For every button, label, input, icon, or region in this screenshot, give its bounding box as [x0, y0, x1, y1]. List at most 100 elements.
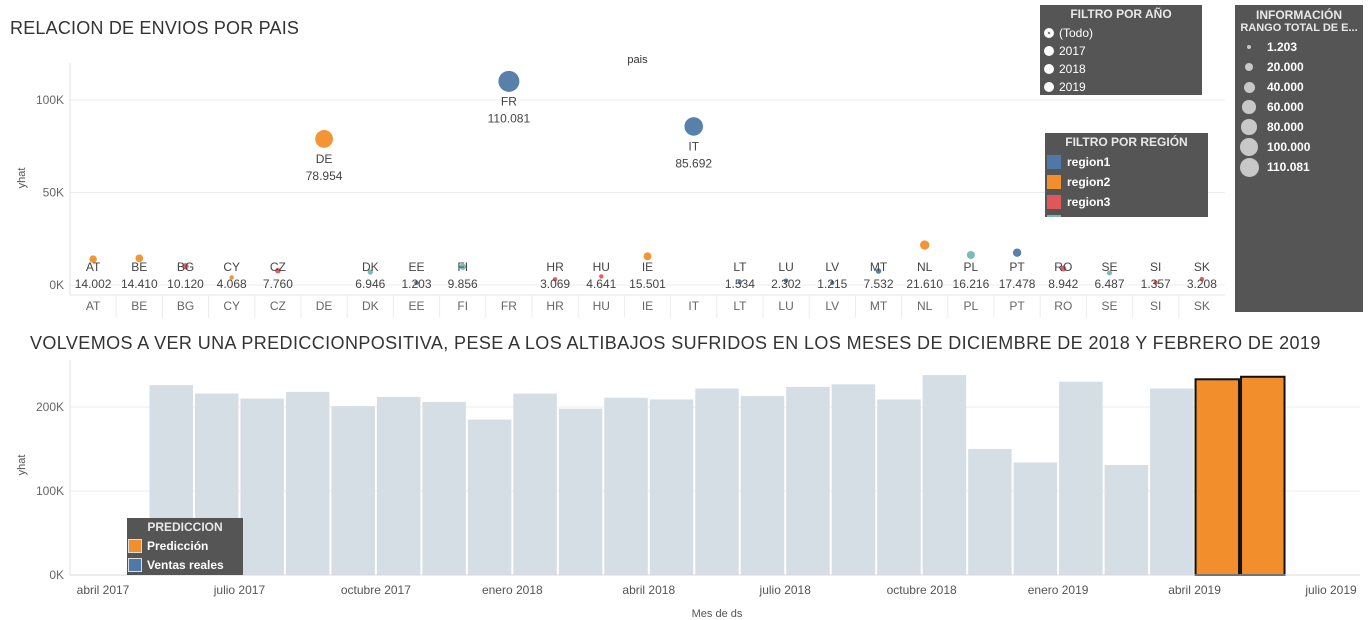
region-filter-item-2[interactable]: region2 — [1045, 172, 1208, 192]
size-legend-item: 80.000 — [1235, 117, 1363, 137]
x-tick-label: abril 2019 — [1168, 583, 1221, 597]
y-tick-label: 0K — [49, 568, 64, 582]
actual-sales-bar — [831, 384, 876, 575]
size-circle-icon — [1243, 81, 1255, 93]
region-filter-panel: FILTRO POR REGIÓN region1 region2 region3 r… — [1045, 133, 1208, 217]
size-legend-label: 40.000 — [1267, 80, 1304, 94]
region-filter-item-3[interactable]: region3 — [1045, 192, 1208, 212]
size-legend-label: 100.000 — [1267, 140, 1311, 154]
actual-sales-bar — [740, 396, 785, 575]
prediction-legend-title: PREDICCION — [147, 520, 223, 534]
x-tick-label: julio 2018 — [759, 583, 812, 597]
info-legend-title: INFORMACIÓN — [1256, 8, 1342, 22]
actual-sales-bar — [513, 393, 557, 575]
x-tick-label: abril 2017 — [77, 583, 130, 597]
region-label: region4 — [1067, 215, 1110, 217]
actual-sales-bar — [240, 398, 284, 575]
x-tick-label: julio 2017 — [213, 583, 266, 597]
size-legend-item: 40.000 — [1235, 77, 1363, 97]
actual-sales-bar — [1013, 462, 1058, 575]
year-option-label: 2019 — [1059, 80, 1086, 94]
size-circle-icon — [1241, 119, 1257, 135]
year-option-1[interactable]: 2017 — [1040, 42, 1202, 60]
radio-icon[interactable] — [1044, 28, 1054, 38]
actual-sales-bar — [877, 399, 921, 575]
year-option-2[interactable]: 2018 — [1040, 60, 1202, 78]
region-swatch — [1047, 195, 1061, 209]
size-legend-label: 80.000 — [1267, 120, 1304, 134]
region-filter-item-1[interactable]: region1 — [1045, 152, 1208, 172]
actual-sales-bar — [649, 399, 694, 575]
region-filter-item-4[interactable]: region4 — [1045, 212, 1208, 217]
size-dot-wrap — [1235, 119, 1263, 135]
year-option-label: 2017 — [1059, 44, 1086, 58]
region-filter-title: FILTRO POR REGIÓN — [1065, 135, 1188, 149]
actual-sales-bar — [695, 388, 739, 575]
prediction-bar — [1194, 378, 1241, 576]
prediction-label: Ventas reales — [147, 557, 224, 572]
prediction-legend-item-2[interactable]: Ventas reales — [127, 555, 243, 574]
radio-icon[interactable] — [1044, 82, 1054, 92]
actual-sales-bar — [1059, 381, 1103, 575]
actual-sales-bar — [467, 419, 512, 575]
year-option-label: 2018 — [1059, 62, 1086, 76]
actual-sales-bar — [1150, 388, 1194, 575]
prediction-bar — [1240, 375, 1286, 577]
year-filter-panel: FILTRO POR AÑO (Todo) 2017 2018 2019 — [1040, 5, 1202, 95]
region-label: region1 — [1067, 155, 1111, 169]
x-axis-label: Mes de ds — [692, 608, 743, 620]
prediction-swatch — [128, 557, 142, 572]
actual-sales-bar — [285, 391, 330, 575]
region-swatch — [1047, 215, 1061, 217]
actual-sales-bar — [604, 397, 648, 575]
radio-icon[interactable] — [1044, 64, 1054, 74]
actual-sales-bar — [1104, 464, 1149, 575]
size-legend-label: 1.203 — [1267, 40, 1298, 54]
year-filter-title: FILTRO POR AÑO — [1070, 7, 1172, 21]
x-tick-label: octubre 2018 — [887, 583, 957, 597]
y-axis-label: yhat — [16, 455, 28, 476]
region-swatch — [1047, 155, 1061, 169]
prediction-swatch — [128, 538, 142, 553]
prediction-legend-item-1[interactable]: Predicción — [127, 536, 243, 555]
size-circle-icon — [1242, 100, 1256, 114]
actual-sales-bar — [968, 449, 1012, 575]
year-option-3[interactable]: 2019 — [1040, 78, 1202, 96]
size-dot-wrap — [1235, 81, 1263, 93]
prediction-label: Predicción — [147, 538, 209, 553]
x-tick-label: julio 2019 — [1304, 583, 1357, 597]
actual-sales-bar — [376, 396, 421, 575]
size-legend-item: 20.000 — [1235, 57, 1363, 77]
size-circle-icon — [1245, 63, 1253, 71]
actual-sales-bar — [558, 408, 603, 575]
size-dot-wrap — [1235, 157, 1263, 177]
actual-sales-bar — [786, 386, 830, 575]
region-label: region2 — [1067, 175, 1111, 189]
y-tick-label: 100K — [36, 484, 64, 498]
size-dot-wrap — [1235, 45, 1263, 49]
actual-sales-bar — [422, 401, 466, 575]
prediction-legend: PREDICCION Predicción Ventas reales — [127, 518, 243, 575]
size-legend-item: 1.203 — [1235, 37, 1363, 57]
year-option-label: (Todo) — [1059, 26, 1094, 40]
actual-sales-bar — [922, 375, 967, 575]
size-legend-label: 20.000 — [1267, 60, 1304, 74]
size-legend-label: 110.081 — [1267, 160, 1310, 174]
size-legend-item: 100.000 — [1235, 137, 1363, 157]
x-tick-label: octubre 2017 — [341, 583, 411, 597]
region-swatch — [1047, 175, 1061, 189]
region-label: region3 — [1067, 195, 1111, 209]
y-tick-label: 200K — [36, 400, 64, 414]
size-legend-item: 60.000 — [1235, 97, 1363, 117]
size-legend-item: 110.081 — [1235, 157, 1363, 177]
size-legend-label: 60.000 — [1267, 100, 1304, 114]
year-option-0[interactable]: (Todo) — [1040, 24, 1202, 42]
size-circle-icon — [1247, 45, 1251, 49]
size-dot-wrap — [1235, 100, 1263, 114]
radio-icon[interactable] — [1044, 46, 1054, 56]
info-size-legend: INFORMACIÓN RANGO TOTAL DE E... 1.203 20.… — [1235, 5, 1363, 312]
actual-sales-bar — [331, 406, 375, 575]
x-tick-label: abril 2018 — [622, 583, 675, 597]
size-dot-wrap — [1235, 138, 1263, 156]
size-circle-icon — [1239, 157, 1259, 177]
